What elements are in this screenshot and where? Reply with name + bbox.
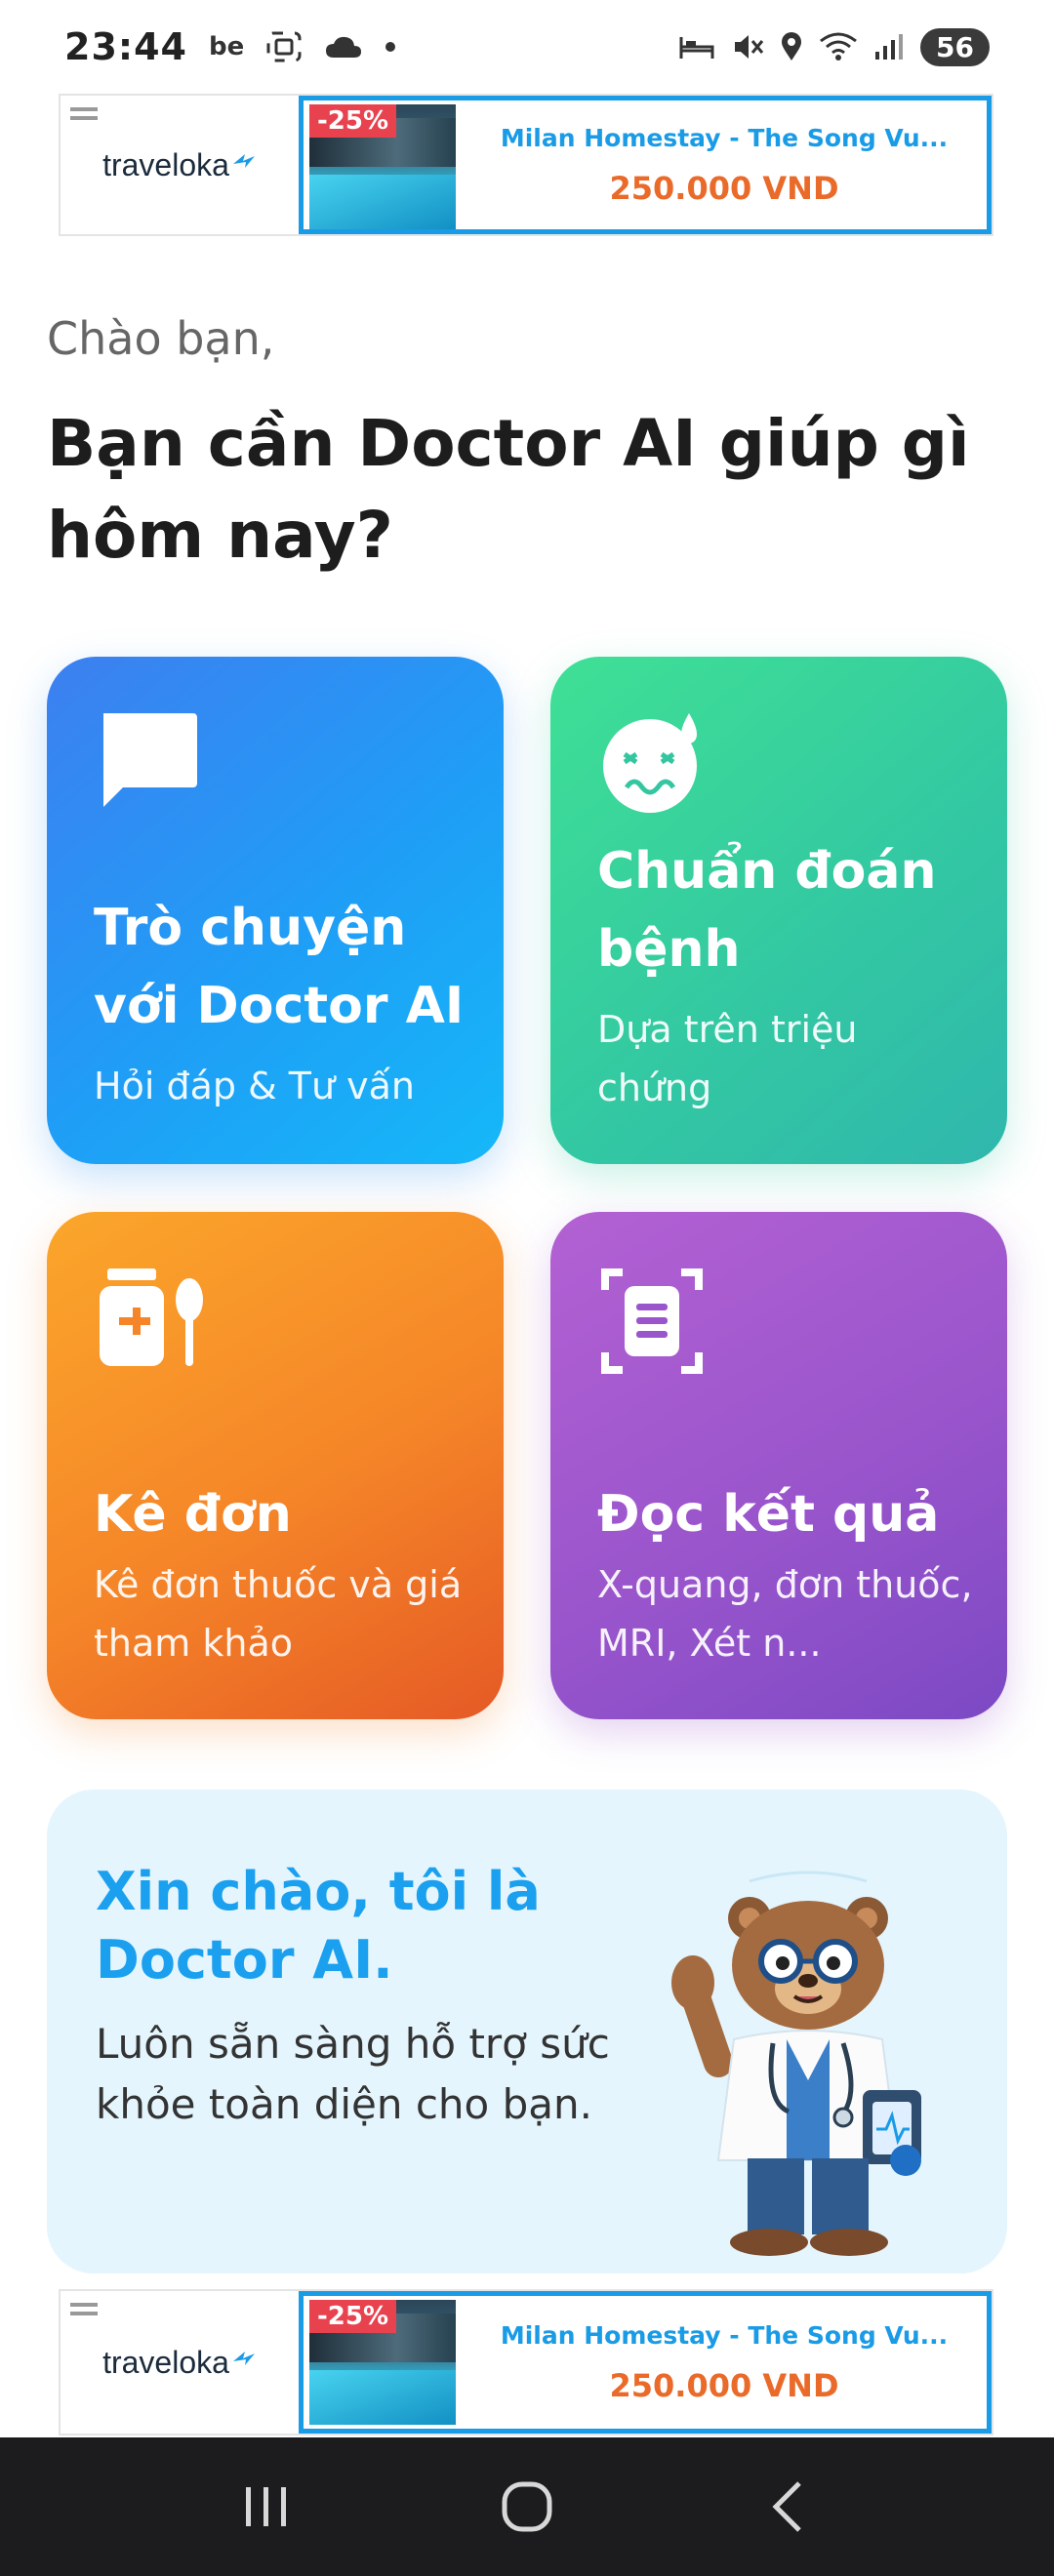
ad-logo-area: traveloka: [61, 96, 299, 234]
card-subtitle: X-quang, đơn thuốc, MRI, Xét n...: [597, 1563, 973, 1665]
battery-indicator: 56: [920, 27, 990, 66]
ad-discount-badge: -25%: [309, 104, 397, 138]
back-icon[interactable]: [729, 2458, 846, 2556]
ad-menu-icon[interactable]: [70, 105, 98, 127]
card-title: Chuẩn đoán bệnh: [597, 842, 937, 979]
ad-menu-icon[interactable]: [70, 2301, 98, 2322]
greeting-text: Chào bạn,: [47, 312, 275, 365]
ad-brand-logo: traveloka: [102, 146, 229, 182]
intro-text: Luôn sẵn sàng hỗ trợ sức khỏe toàn diện …: [96, 2020, 610, 2128]
document-scan-icon: [601, 1267, 703, 1380]
card-subtitle: Hỏi đáp & Tư vấn: [94, 1065, 416, 1107]
ad-title: Milan Homestay - The Song Vu...: [500, 123, 949, 152]
bear-doctor-mascot-icon: [671, 1868, 964, 2262]
card-title: Trò chuyện với Doctor AI: [94, 899, 465, 1035]
sick-face-icon: [601, 711, 707, 821]
ad-hotel-image: -25%: [309, 104, 456, 229]
mute-icon: [731, 31, 764, 62]
card-title: Đọc kết quả: [597, 1485, 940, 1544]
ad-discount-badge: -25%: [309, 2300, 397, 2333]
bed-icon: [678, 33, 715, 60]
system-nav-bar: [0, 2437, 1054, 2576]
dot-icon: [385, 41, 396, 53]
read-results-card[interactable]: Đọc kết quả X-quang, đơn thuốc, MRI, Xét…: [550, 1212, 1007, 1719]
recent-apps-icon[interactable]: [208, 2458, 325, 2556]
page-title: Bạn cần Doctor AI giúp gì hôm nay?: [47, 406, 970, 573]
wifi-icon: [819, 31, 858, 62]
chat-bubble-icon: [98, 711, 199, 813]
ad-title: Milan Homestay - The Song Vu...: [500, 2320, 949, 2350]
prescription-card[interactable]: Kê đơn Kê đơn thuốc và giá tham khảo: [47, 1212, 504, 1719]
chat-with-doctor-card[interactable]: Trò chuyện với Doctor AI Hỏi đáp & Tư vấ…: [47, 657, 504, 1164]
ad-price: 250.000 VND: [609, 2366, 839, 2404]
card-subtitle: Kê đơn thuốc và giá tham khảo: [94, 1563, 463, 1665]
traveloka-bird-icon: [231, 2350, 257, 2375]
cloud-icon: [324, 34, 363, 60]
ad-hotel-image: -25%: [309, 2300, 456, 2425]
ad-price: 250.000 VND: [609, 169, 839, 207]
status-time: 23:44: [64, 25, 187, 68]
screenshot-icon: [265, 30, 303, 63]
ad-content[interactable]: -25% Milan Homestay - The Song Vu... 250…: [299, 96, 992, 234]
status-right: 56: [678, 27, 990, 66]
status-bar: 23:44 be 56: [0, 0, 1054, 94]
carrier-badge: be: [208, 32, 245, 61]
ad-text: Milan Homestay - The Song Vu... 250.000 …: [462, 2296, 987, 2429]
intro-panel: Xin chào, tôi là Doctor AI. Luôn sẵn sàn…: [47, 1790, 1007, 2274]
intro-title: Xin chào, tôi là Doctor AI.: [96, 1861, 541, 1991]
medicine-jar-spoon-icon: [98, 1267, 207, 1372]
status-left: 23:44 be: [64, 25, 396, 68]
home-icon[interactable]: [468, 2458, 586, 2556]
ad-banner-top[interactable]: traveloka -25% Milan Homestay - The Song…: [59, 94, 993, 236]
ad-brand-logo: traveloka: [102, 2344, 229, 2380]
ad-logo-area: traveloka: [61, 2291, 299, 2434]
card-title: Kê đơn: [94, 1485, 292, 1544]
traveloka-bird-icon: [231, 152, 257, 178]
location-icon: [780, 31, 803, 62]
ad-text: Milan Homestay - The Song Vu... 250.000 …: [462, 101, 987, 229]
diagnosis-card[interactable]: Chuẩn đoán bệnh Dựa trên triệu chứng: [550, 657, 1007, 1164]
ad-content[interactable]: -25% Milan Homestay - The Song Vu... 250…: [299, 2291, 992, 2434]
card-subtitle: Dựa trên triệu chứng: [597, 1008, 858, 1109]
signal-icon: [873, 32, 905, 61]
ad-banner-bottom[interactable]: traveloka -25% Milan Homestay - The Song…: [59, 2289, 993, 2435]
